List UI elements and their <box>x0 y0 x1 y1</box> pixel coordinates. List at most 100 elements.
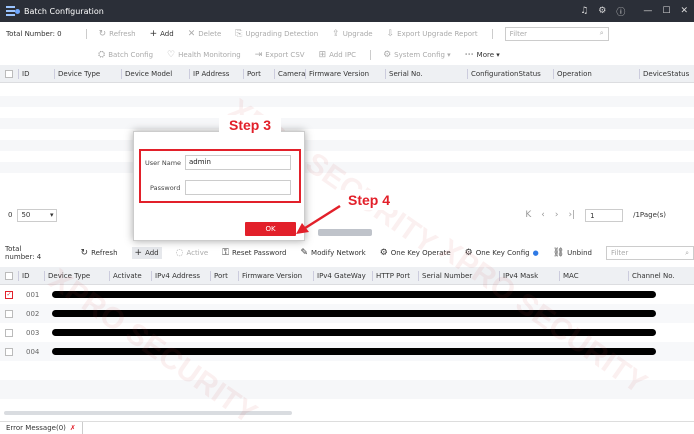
health-icon: ♡ <box>167 49 176 60</box>
col-device-type[interactable]: Device Type <box>54 68 121 79</box>
chevron-down-icon: ▾ <box>49 211 54 219</box>
col-port[interactable]: Port <box>243 68 274 79</box>
user-name-input[interactable]: admin <box>185 155 291 170</box>
page-input[interactable]: 1 <box>585 208 624 222</box>
ok-button[interactable]: OK <box>245 222 296 236</box>
col-ipv4-mask[interactable]: IPv4 Mask <box>499 270 559 281</box>
col-device-type[interactable]: Device Type <box>44 270 109 281</box>
col-id[interactable]: ID <box>18 68 54 79</box>
col-serial-number[interactable]: Serial Number <box>418 270 499 281</box>
table-stripe <box>0 380 694 399</box>
table-row[interactable]: 002 <box>0 304 694 323</box>
redacted-bar <box>52 310 656 317</box>
bottom-toolbar: Total number: 4 ↻ Refresh + Add ◌ Active ⚿ R… <box>0 245 694 261</box>
top-toolbar: Total Number: 0 ↻ Refresh + Add ✕ Delete ⎘ U… <box>0 25 694 42</box>
col-configuration-status[interactable]: ConfigurationStatus <box>467 68 553 79</box>
upgrade-button[interactable]: ⇪ Upgrade <box>332 29 372 39</box>
lock-icon: ⚿ <box>222 248 229 258</box>
col-firmware-version[interactable]: Firmware Version <box>238 270 313 281</box>
prev-page-icon[interactable]: ‹ <box>541 210 545 220</box>
app-icon <box>6 5 20 17</box>
refresh-icon: ↻ <box>80 248 89 258</box>
row-checkbox[interactable] <box>5 328 13 337</box>
plus-icon: + <box>134 248 143 258</box>
unbind-button[interactable]: ⛓ Unbind <box>553 248 592 258</box>
row-checkbox[interactable] <box>5 347 13 356</box>
col-ipv4-gateway[interactable]: IPv4 GateWay <box>313 270 372 281</box>
error-message-tab[interactable]: Error Message(0) ✗ <box>0 421 83 434</box>
export-csv-button[interactable]: ⇥ Export CSV <box>255 50 305 60</box>
one-key-operate-button[interactable]: ⚙ One Key Operate <box>380 248 451 258</box>
operate-icon: ⚙ <box>379 248 388 258</box>
add-ipc-button[interactable]: ⊞ Add IPC <box>319 50 357 60</box>
maximize-icon[interactable]: ☐ <box>662 6 670 16</box>
bottom-refresh-button[interactable]: ↻ Refresh <box>81 248 118 258</box>
page-size-select[interactable]: 50 ▾ <box>17 208 58 222</box>
row-id: 004 <box>26 347 40 356</box>
first-page-icon[interactable]: K <box>525 210 531 220</box>
add-ipc-icon: ⊞ <box>318 49 327 60</box>
reset-password-button[interactable]: ⚿ Reset Password <box>222 248 286 258</box>
close-icon[interactable]: ✕ <box>680 6 688 16</box>
col-mac[interactable]: MAC <box>559 270 628 281</box>
password-input[interactable] <box>185 180 291 195</box>
col-channel-no[interactable]: Channel No. <box>628 270 686 281</box>
page-total: /1Page(s) <box>633 211 666 219</box>
next-page-icon[interactable]: › <box>555 210 559 220</box>
active-button[interactable]: ◌ Active <box>176 248 209 258</box>
delete-button[interactable]: ✕ Delete <box>188 29 222 39</box>
export-report-button[interactable]: ⇩ Export Upgrade Report <box>387 29 478 39</box>
batch-config-button[interactable]: ⛭ Batch Config <box>98 50 153 60</box>
bottom-filter-input[interactable]: Filter ⌕ <box>605 246 694 260</box>
health-monitoring-button[interactable]: ♡ Health Monitoring <box>167 50 241 60</box>
minimize-icon[interactable]: — <box>643 6 652 16</box>
step3-annotation: Step 3 <box>219 115 282 135</box>
unlink-icon: ⛓ <box>552 248 565 258</box>
col-http-port[interactable]: HTTP Port <box>372 270 418 281</box>
divider <box>491 28 493 39</box>
row-checkbox[interactable] <box>5 309 13 318</box>
gear-icon[interactable]: ⚙ <box>598 6 606 16</box>
more-button[interactable]: ⋯ More ▾ <box>465 50 500 60</box>
horizontal-scrollbar[interactable] <box>4 411 292 415</box>
table-row[interactable]: ✓ 001 <box>0 285 694 304</box>
col-camera[interactable]: Camera <box>274 68 305 79</box>
search-icon: ⌕ <box>599 29 604 37</box>
export-csv-icon: ⇥ <box>254 49 263 60</box>
table-row[interactable]: 003 <box>0 323 694 342</box>
upgrading-detection-button[interactable]: ⎘ Upgrading Detection <box>235 29 318 39</box>
add-button[interactable]: + Add <box>150 29 174 39</box>
info-dot-icon: ● <box>532 249 539 257</box>
select-all-checkbox[interactable] <box>5 271 13 280</box>
pin-icon: ✗ <box>69 424 76 432</box>
upgrade-icon: ⇪ <box>332 28 340 39</box>
col-device-status[interactable]: DeviceStatus <box>639 68 694 79</box>
top-total-label: Total Number: 0 <box>6 29 62 38</box>
col-ip-address[interactable]: IP Address <box>189 68 243 79</box>
col-operation[interactable]: Operation <box>553 68 639 79</box>
top-filter-input[interactable]: Filter ⌕ <box>504 26 609 41</box>
info-icon[interactable]: ⓘ <box>616 5 625 18</box>
bottom-add-button[interactable]: + Add <box>131 247 162 259</box>
modify-network-button[interactable]: ✎ Modify Network <box>300 248 365 258</box>
col-ipv4-address[interactable]: IPv4 Address <box>151 270 210 281</box>
top-toolbar-secondary: ⛭ Batch Config ♡ Health Monitoring ⇥ Export… <box>0 46 694 63</box>
bell-icon[interactable]: ♫ <box>580 6 588 16</box>
table-row[interactable]: 004 <box>0 342 694 361</box>
detect-icon: ⎘ <box>235 28 243 39</box>
col-port[interactable]: Port <box>210 270 238 281</box>
last-page-icon[interactable]: ›| <box>568 210 575 220</box>
one-key-config-button[interactable]: ⚙ One Key Config ● <box>465 248 539 258</box>
select-all-checkbox[interactable] <box>5 69 13 78</box>
col-activate[interactable]: Activate <box>109 270 151 281</box>
row-id: 003 <box>26 328 40 337</box>
col-serial-no[interactable]: Serial No. <box>385 68 467 79</box>
col-firmware-version[interactable]: Firmware Version <box>305 68 385 79</box>
table-stripe <box>0 162 694 173</box>
col-device-model[interactable]: Device Model <box>121 68 189 79</box>
system-config-button[interactable]: ⚙ System Config ▾ <box>383 50 451 60</box>
col-id[interactable]: ID <box>18 270 44 281</box>
refresh-button[interactable]: ↻ Refresh <box>99 29 136 39</box>
row-checkbox[interactable]: ✓ <box>5 290 13 299</box>
more-icon: ⋯ <box>464 49 474 60</box>
